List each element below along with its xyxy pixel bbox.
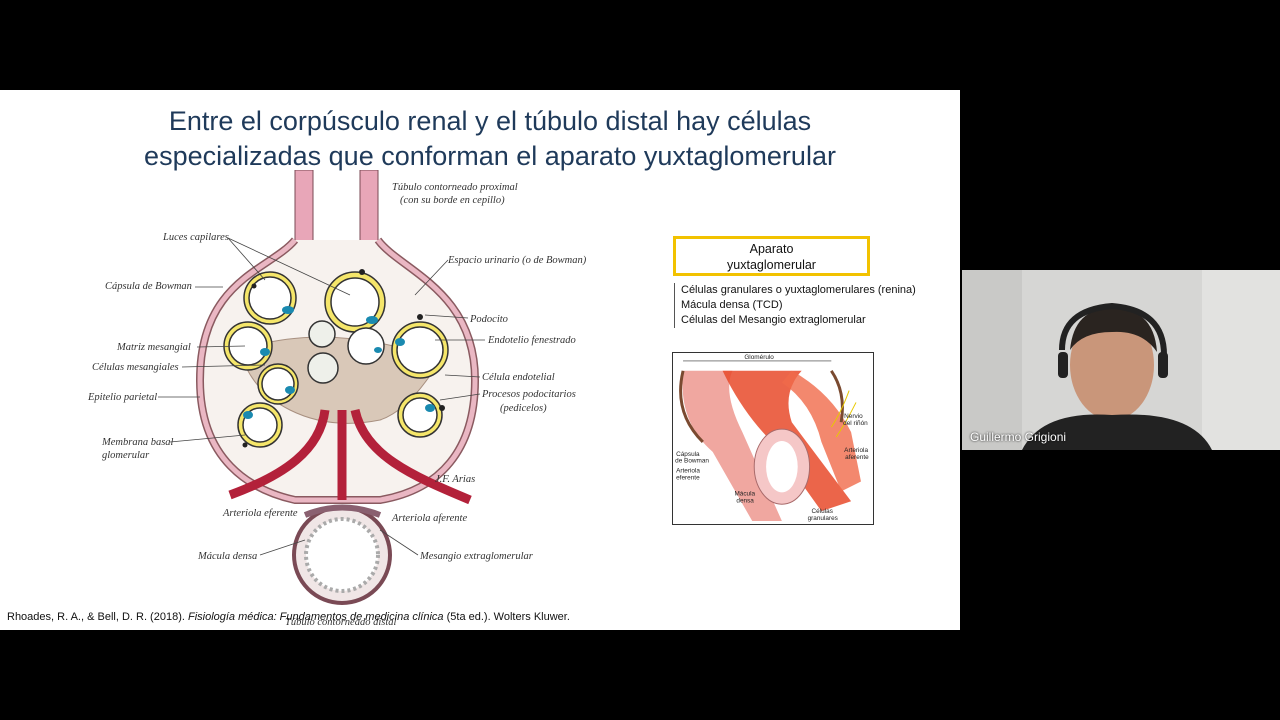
slide-title-line-2: especializadas que conforman el aparato … (144, 141, 836, 171)
label-granulares-sub: granulares (808, 515, 838, 522)
label-celula-endotelial: Célula endotelial (482, 372, 555, 383)
label-arteriola-eferente-small-sub: eferente (676, 475, 700, 482)
label-macula-small-sub: densa (736, 497, 754, 504)
label-nervio-sub: del riñón (843, 420, 868, 427)
aparato-box-line-1: Aparato (749, 242, 794, 256)
label-endotelio: Endotelio fenestrado (487, 335, 576, 346)
citation-title: Fisiología médica: Fundamentos de medici… (187, 611, 444, 623)
label-macula-densa: Mácula densa (197, 551, 257, 562)
citation: Rhoades, R. A., & Bell, D. R. (2018). Fi… (7, 611, 570, 623)
label-glomerulo: Glomérulo (744, 354, 774, 361)
label-arteriola-eferente: Arteriola eferente (222, 508, 298, 519)
cells-list: Células granulares o yuxtaglomerulares (… (674, 283, 916, 328)
list-item: Células granulares o yuxtaglomerulares (… (681, 284, 916, 296)
label-epitelio-parietal: Epitelio parietal (87, 392, 157, 403)
aparato-box-line-2: yuxtaglomerular (727, 258, 816, 272)
participant-video-tile[interactable]: Guillermo Grigioni (962, 270, 1280, 450)
label-arteriola-aferente: Arteriola aferente (391, 513, 467, 524)
list-item: Mácula densa (TCD) (681, 299, 783, 311)
label-mesangio-extraglomerular: Mesangio extraglomerular (419, 551, 534, 562)
slide-title-line-1: Entre el corpúsculo renal y el túbulo di… (168, 106, 812, 136)
participant-video-feed (962, 270, 1280, 450)
citation-publisher: (5ta ed.). Wolters Kluwer. (443, 611, 570, 623)
slide-title: Entre el corpúsculo renal y el túbulo di… (0, 104, 960, 174)
label-capsula-small-sub: de Bowman (675, 458, 709, 465)
label-espacio-urinario: Espacio urinario (o de Bowman) (447, 255, 587, 266)
juxtaglomerular-illustration: Glomérulo Nervio del riñón Arteriola afe… (672, 352, 874, 525)
participant-name: Guillermo Grigioni (970, 430, 1067, 444)
renal-corpuscle-illustration: Túbulo contorneado proximal (con su bord… (87, 170, 587, 628)
aparato-yuxtaglomerular-box: Aparato yuxtaglomerular (673, 236, 870, 276)
label-matriz-mesangial: Matriz mesangial (116, 342, 191, 353)
presentation-slide: Entre el corpúsculo renal y el túbulo di… (0, 90, 960, 630)
label-arteriola-aferente-small-sub: aferente (845, 454, 869, 461)
label-procesos-podocitarios: Procesos podocitarios (481, 389, 576, 400)
label-luces-capilares: Luces capilares (162, 232, 229, 243)
illustrator-signature: J.F. Arias (435, 474, 475, 485)
label-membrana-basal-sub: glomerular (102, 450, 150, 461)
label-membrana-basal: Membrana basal (101, 437, 174, 448)
list-item: Células del Mesangio extraglomerular (681, 314, 866, 326)
citation-authors: Rhoades, R. A., & Bell, D. R. (2018). (7, 611, 188, 623)
label-celulas-mesangiales: Células mesangiales (92, 362, 179, 373)
label-tubulo-proximal: Túbulo contorneado proximal (392, 182, 518, 193)
label-pedicelos: (pedicelos) (500, 403, 547, 414)
label-capsula-bowman: Cápsula de Bowman (105, 281, 192, 292)
label-tubulo-proximal-sub: (con su borde en cepillo) (400, 195, 505, 206)
label-podocito: Podocito (469, 314, 508, 325)
